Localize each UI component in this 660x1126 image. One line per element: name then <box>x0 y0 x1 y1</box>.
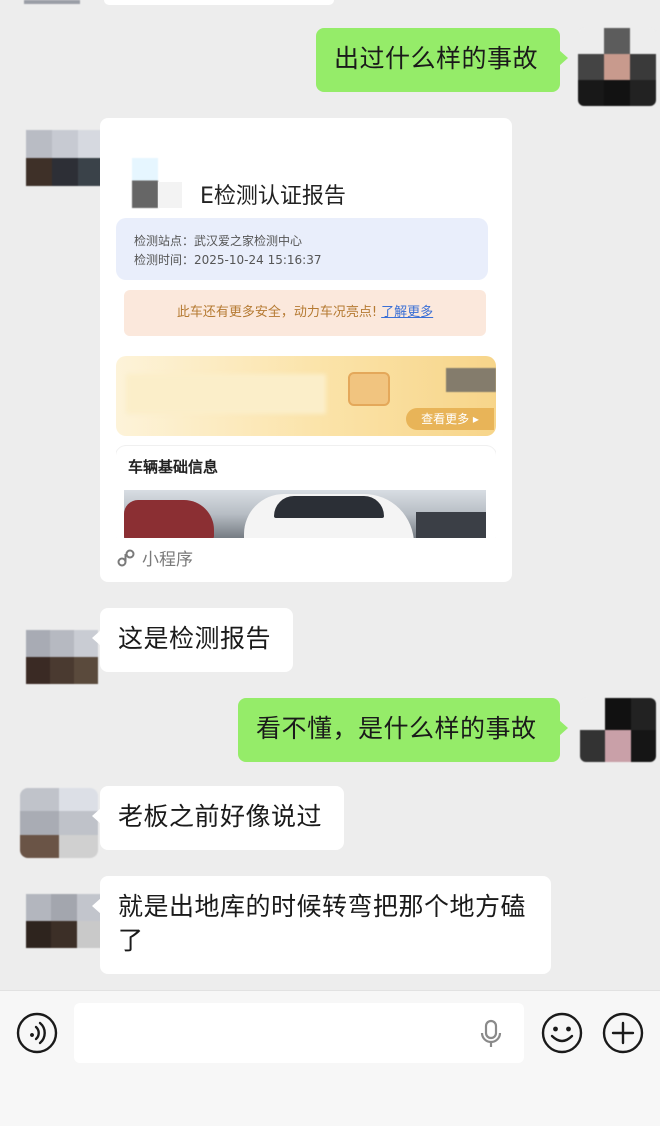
message-text: 这是检测报告 <box>118 624 272 653</box>
voice-icon[interactable] <box>15 1011 59 1055</box>
card-title: E检测认证报告 <box>200 184 346 209</box>
banner-blur-text <box>126 374 326 414</box>
message-bubble-other[interactable]: 就是出地库的时候转弯把那个地方磕 了 <box>92 876 551 974</box>
message-text-line-1: 就是出地库的时候转弯把那个地方磕 <box>118 892 527 921</box>
card-blur-logo-2 <box>158 182 182 208</box>
message-bubble-other[interactable]: 这是检测报告 <box>92 608 293 672</box>
mini-program-label: 小程序 <box>142 550 193 570</box>
contact-avatar[interactable] <box>26 130 104 186</box>
station-label: 检测站点： <box>134 234 195 248</box>
message-bubble-other[interactable]: 老板之前好像说过 <box>92 786 344 850</box>
section-title: 车辆基础信息 <box>128 458 219 476</box>
contact-avatar[interactable] <box>26 894 102 948</box>
message-bubble-me[interactable]: 看不懂，是什么样的事故 <box>238 698 568 762</box>
mic-icon[interactable] <box>478 1019 504 1049</box>
view-more-button[interactable]: 查看更多 ▸ <box>406 408 494 430</box>
message-bubble-me[interactable]: 出过什么样的事故 <box>316 28 568 92</box>
message-text: 老板之前好像说过 <box>118 802 323 831</box>
mini-program-footer: 小程序 <box>116 545 193 570</box>
card-blur-logo <box>132 158 158 208</box>
chat-input-bar <box>0 990 660 1126</box>
message-text: 出过什么样的事故 <box>334 44 539 73</box>
report-banner: 查看更多 ▸ <box>116 356 496 436</box>
plus-icon[interactable] <box>601 1011 645 1055</box>
promo-banner: 此车还有更多安全，动力车况亮点! 了解更多 <box>124 290 486 336</box>
emoji-icon[interactable] <box>540 1011 584 1055</box>
contact-avatar[interactable] <box>20 788 98 858</box>
station-value: 武汉爱之家检测中心 <box>194 234 303 248</box>
banner-illustration <box>348 372 390 406</box>
my-avatar[interactable] <box>578 28 656 106</box>
mini-program-icon <box>117 549 135 567</box>
message-text-line-2: 了 <box>118 926 144 955</box>
promo-text: 此车还有更多安全，动力车况亮点! <box>176 305 378 320</box>
partial-bubble-top <box>104 0 334 5</box>
message-text: 看不懂，是什么样的事故 <box>256 714 537 743</box>
time-value: 2025-10-24 15:16:37 <box>194 253 322 267</box>
avatar-partial-top <box>24 0 80 4</box>
vehicle-basic-info: 车辆基础信息 <box>116 446 496 538</box>
card-content: 检测站点：武汉爱之家检测中心 检测时间：2025-10-24 15:16:37 … <box>116 218 496 538</box>
vehicle-photo <box>124 490 486 538</box>
contact-avatar[interactable] <box>26 630 98 684</box>
inspection-info: 检测站点：武汉爱之家检测中心 检测时间：2025-10-24 15:16:37 <box>116 218 488 280</box>
time-label: 检测时间： <box>134 253 195 267</box>
learn-more-link[interactable]: 了解更多 <box>381 305 433 320</box>
my-avatar[interactable] <box>580 698 656 762</box>
banner-blur-corner <box>446 368 496 392</box>
message-input[interactable] <box>74 1003 524 1063</box>
